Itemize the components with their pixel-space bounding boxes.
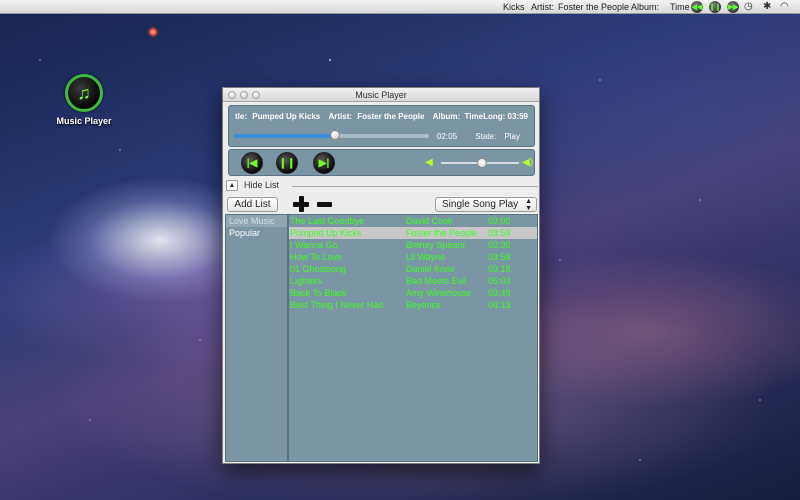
- add-list-button[interactable]: Add List: [227, 197, 278, 212]
- song-title: How To Love: [290, 252, 342, 262]
- music-player-window: Music Player tle: Pumped Up Kicks Artist…: [222, 87, 540, 464]
- state-label: State:: [475, 132, 497, 141]
- playlist-item[interactable]: Love Music: [226, 215, 287, 227]
- song-row[interactable]: Back To Black Amy Winehouse 03:49: [289, 287, 537, 299]
- song-row[interactable]: Pumped Up Kicks Foster the People 03:59: [289, 227, 537, 239]
- artist-label: Artist:: [328, 112, 353, 121]
- zoom-button[interactable]: [252, 91, 260, 99]
- title-label: tle:: [235, 112, 247, 121]
- song-duration: 03:59: [488, 228, 511, 238]
- song-title: I Wanna Go: [290, 240, 338, 250]
- menu-bar: Kicks Artist: Foster the People Album: T…: [0, 0, 800, 14]
- hide-list-row: ▲ Hide List: [226, 179, 538, 193]
- bluetooth-icon[interactable]: ✱: [763, 1, 771, 12]
- volume-knob[interactable]: [476, 158, 487, 168]
- song-duration: 03:49: [488, 288, 511, 298]
- song-artist: Britney Spears: [406, 240, 466, 250]
- song-duration: 03:58: [488, 252, 511, 262]
- title-bar[interactable]: Music Player: [223, 88, 539, 102]
- window-title: Music Player: [355, 90, 407, 100]
- song-title: Pumped Up Kicks: [290, 228, 362, 238]
- song-row[interactable]: 01 Ghostsong Daniel Knox 03:18: [289, 263, 537, 275]
- close-button[interactable]: [228, 91, 236, 99]
- song-artist: Beyonce: [406, 300, 442, 310]
- song-artist: Daniel Knox: [406, 264, 455, 274]
- song-duration: 05:03: [488, 276, 511, 286]
- song-row[interactable]: How To Love Lil Wayne 03:58: [289, 251, 537, 263]
- next-button[interactable]: ▶|: [313, 152, 335, 174]
- desktop-icon-label: Music Player: [56, 116, 112, 126]
- song-artist: Bad Meets Evil: [406, 276, 467, 286]
- remove-song-icon[interactable]: [317, 196, 333, 212]
- song-row[interactable]: Lighters Bad Meets Evil 05:03: [289, 275, 537, 287]
- song-artist: Amy Winehouse: [406, 288, 472, 298]
- add-song-icon[interactable]: [293, 196, 309, 212]
- song-title: 01 Ghostsong: [290, 264, 347, 274]
- next-icon[interactable]: ▶▶: [727, 1, 739, 13]
- play-mode-value: Single Song Play: [442, 199, 519, 210]
- wifi-icon[interactable]: ◠: [780, 1, 789, 12]
- progress-slider[interactable]: [234, 130, 429, 140]
- state-value: Play: [504, 132, 520, 141]
- menubar-artist-value: Foster the People: [558, 2, 630, 12]
- song-duration: 03:18: [488, 264, 511, 274]
- song-artist: David Cook: [406, 216, 453, 226]
- song-title: Lighters: [290, 276, 323, 286]
- song-list: The Last Goodbye David Cook 03:00 Pumped Up…: [288, 214, 538, 462]
- now-playing-panel: tle: Pumped Up Kicks Artist: Foster the …: [228, 105, 535, 147]
- song-row[interactable]: The Last Goodbye David Cook 03:00: [289, 215, 537, 227]
- song-title: Best Thing I Never Had: [290, 300, 384, 310]
- volume-high-icon: ◀): [522, 157, 534, 168]
- playlist-panel: Love Music Popular: [225, 214, 288, 462]
- previous-icon: |◀: [246, 157, 258, 169]
- red-star: [148, 27, 158, 37]
- time-machine-icon[interactable]: ◷: [744, 1, 753, 12]
- song-duration: 03:30: [488, 240, 511, 250]
- timelong-value: 03:59: [507, 112, 528, 121]
- controls-panel: |◀ ❙❙ ▶| ◀ ◀): [228, 149, 535, 176]
- hide-list-label[interactable]: Hide List: [244, 180, 279, 190]
- pause-icon: ❙❙: [278, 157, 296, 169]
- next-icon: ▶|: [318, 157, 330, 169]
- song-title: Back To Black: [290, 288, 347, 298]
- song-artist: Lil Wayne: [406, 252, 446, 262]
- album-label: Album:: [432, 112, 461, 121]
- minimize-button[interactable]: [240, 91, 248, 99]
- title-value: Pumped Up Kicks: [252, 112, 321, 121]
- song-title: The Last Goodbye: [290, 216, 365, 226]
- previous-icon[interactable]: ◀◀: [691, 1, 703, 13]
- timelong-label: TimeLong:: [464, 112, 506, 121]
- previous-button[interactable]: |◀: [241, 152, 263, 174]
- collapse-icon[interactable]: ▲: [226, 180, 238, 191]
- progress-fill: [234, 134, 336, 138]
- playlist-item[interactable]: Popular: [226, 227, 287, 239]
- volume-low-icon: ◀: [425, 157, 433, 168]
- play-mode-select[interactable]: Single Song Play ▲ ▼: [435, 197, 537, 212]
- divider: [292, 186, 538, 187]
- song-duration: 03:00: [488, 216, 511, 226]
- song-row[interactable]: Best Thing I Never Had Beyonce 04:13: [289, 299, 537, 311]
- song-artist: Foster the People: [406, 228, 478, 238]
- menubar-album-label: Album:: [631, 2, 660, 12]
- song-duration: 04:13: [488, 300, 511, 310]
- menubar-title: Kicks: [503, 2, 525, 12]
- music-note-icon: ♫: [65, 74, 103, 112]
- song-row[interactable]: I Wanna Go Britney Spears 03:30: [289, 239, 537, 251]
- volume-slider[interactable]: [441, 158, 519, 168]
- pause-icon[interactable]: ❙❙: [709, 1, 721, 13]
- music-player-desktop-icon[interactable]: ♫ Music Player: [56, 74, 112, 126]
- select-arrows-icon: ▲ ▼: [525, 198, 532, 212]
- pause-button[interactable]: ❙❙: [276, 152, 298, 174]
- menubar-time-label: Time: [670, 2, 690, 12]
- progress-knob[interactable]: [330, 130, 341, 140]
- elapsed-time: 02:05: [437, 132, 458, 141]
- artist-value: Foster the People: [357, 112, 425, 121]
- menubar-artist-label: Artist:: [531, 2, 555, 12]
